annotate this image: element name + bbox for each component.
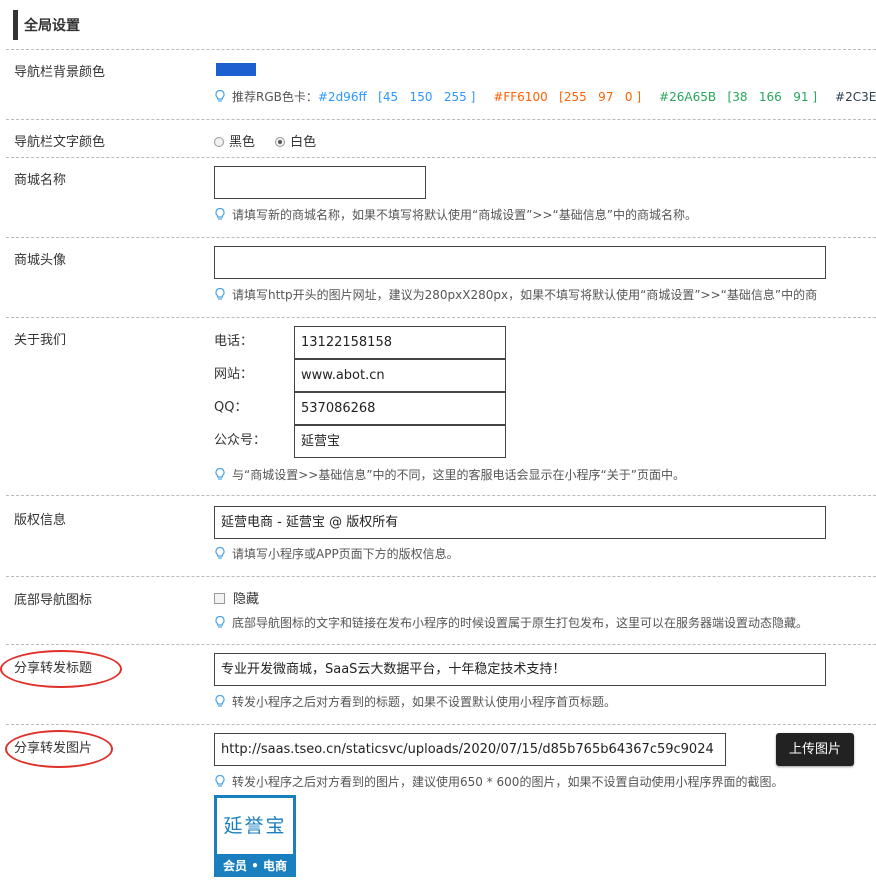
- share-title-hint: 转发小程序之后对方看到的标题，如果不设置默认使用小程序首页标题。: [232, 695, 617, 709]
- divider: [6, 157, 876, 158]
- wechat-input[interactable]: 延营宝: [294, 425, 506, 458]
- divider: [6, 49, 876, 50]
- about-label: 关于我们: [14, 333, 67, 348]
- shop-name-input[interactable]: [214, 166, 426, 199]
- nav-text-options: 黑色 白色: [214, 131, 316, 150]
- divider: [6, 576, 876, 577]
- radio-black-icon[interactable]: [214, 137, 224, 147]
- preview-logo-subtext: 会员 • 电商: [222, 859, 288, 873]
- radio-white-icon[interactable]: [275, 137, 286, 147]
- lightbulb-icon: [214, 615, 226, 632]
- rgb-preset-list: #2d96ff [45 150 255 ] #FF6100 [255 97 0 ]…: [318, 90, 876, 104]
- copyright-input[interactable]: 延营电商 - 延营宝 @ 版权所有: [214, 506, 826, 539]
- shop-name-hint: 请填写新的商城名称，如果不填写将默认使用“商城设置”>>“基础信息”中的商城名称…: [232, 208, 697, 222]
- upload-image-button[interactable]: 上传图片: [776, 733, 854, 766]
- nav-bg-hint: 推荐RGB色卡：#2d96ff [45 150 255 ] #FF6100 [25…: [214, 88, 876, 106]
- rgb-preset-2: #26A65B [38 166 91 ]: [659, 90, 818, 104]
- lightbulb-icon: [214, 694, 226, 711]
- about-hint: 与“商城设置>>基础信息”中的不同，这里的客服电话会显示在小程序“关于”页面中。: [232, 468, 685, 482]
- lightbulb-icon: [214, 546, 226, 563]
- nav-text-label: 导航栏文字颜色: [14, 135, 106, 150]
- hide-checkbox[interactable]: [214, 593, 225, 604]
- lightbulb-icon: [214, 89, 226, 106]
- share-title-label: 分享转发标题: [14, 661, 93, 676]
- website-label: 网站：: [214, 367, 254, 382]
- phone-input[interactable]: 13122158158: [294, 326, 506, 359]
- rgb-preset-1: #FF6100 [255 97 0 ]: [493, 90, 642, 104]
- lightbulb-icon: [214, 467, 226, 484]
- preview-logo-text: 延誉宝: [217, 798, 293, 854]
- section-title: 全局设置: [24, 18, 80, 34]
- website-input[interactable]: www.abot.cn: [294, 359, 506, 392]
- shop-avatar-input[interactable]: [214, 246, 826, 279]
- radio-black[interactable]: 黑色: [214, 135, 255, 150]
- shop-name-hint-row: 请填写新的商城名称，如果不填写将默认使用“商城设置”>>“基础信息”中的商城名称…: [214, 206, 697, 224]
- divider: [6, 495, 876, 496]
- share-image-hint: 转发小程序之后对方看到的图片，建议使用650 * 600的图片，如果不设置自动使…: [232, 775, 784, 789]
- divider: [6, 317, 876, 318]
- lightbulb-icon: [214, 207, 226, 224]
- wechat-label: 公众号：: [214, 433, 267, 448]
- lightbulb-icon: [214, 774, 226, 791]
- hide-checkbox-label: 隐藏: [233, 592, 260, 607]
- qq-input[interactable]: 537086268: [294, 392, 506, 425]
- about-hint-row: 与“商城设置>>基础信息”中的不同，这里的客服电话会显示在小程序“关于”页面中。: [214, 466, 685, 484]
- copyright-hint-row: 请填写小程序或APP页面下方的版权信息。: [214, 545, 459, 563]
- share-image-preview: 延誉宝 会员 • 电商: [214, 795, 296, 877]
- qq-label: QQ：: [214, 400, 248, 415]
- hide-checkbox-row[interactable]: 隐藏: [214, 588, 259, 607]
- share-image-url-input[interactable]: http://saas.tseo.cn/staticsvc/uploads/20…: [214, 733, 726, 766]
- share-image-label: 分享转发图片: [14, 741, 93, 756]
- share-title-input[interactable]: 专业开发微商城，SaaS云大数据平台，十年稳定技术支持！: [214, 653, 826, 686]
- shop-avatar-label: 商城头像: [14, 253, 67, 268]
- bottom-nav-hint-row: 底部导航图标的文字和链接在发布小程序的时候设置属于原生打包发布，这里可以在服务器…: [214, 614, 808, 632]
- nav-bg-color-swatch[interactable]: [216, 63, 256, 76]
- shop-avatar-hint-row: 请填写http开头的图片网址，建议为280pxX280px，如果不填写将默认使用…: [214, 286, 874, 304]
- lightbulb-icon: [214, 287, 226, 304]
- bottom-nav-label: 底部导航图标: [14, 593, 93, 608]
- divider: [6, 724, 876, 725]
- bottom-nav-hint: 底部导航图标的文字和链接在发布小程序的时候设置属于原生打包发布，这里可以在服务器…: [232, 616, 809, 630]
- radio-white[interactable]: 白色: [275, 135, 316, 150]
- shop-avatar-hint: 请填写http开头的图片网址，建议为280pxX280px，如果不填写将默认使用…: [232, 288, 818, 302]
- divider: [6, 644, 876, 645]
- divider: [6, 237, 876, 238]
- copyright-label: 版权信息: [14, 513, 67, 528]
- nav-bg-hint-prefix: 推荐RGB色卡：: [232, 90, 318, 104]
- rgb-preset-0: #2d96ff [45 150 255 ]: [317, 90, 476, 104]
- share-title-hint-row: 转发小程序之后对方看到的标题，如果不设置默认使用小程序首页标题。: [214, 693, 616, 711]
- nav-bg-label: 导航栏背景颜色: [14, 65, 106, 80]
- phone-label: 电话：: [214, 334, 254, 349]
- shop-name-label: 商城名称: [14, 173, 67, 188]
- section-title-bar: [13, 10, 18, 40]
- share-image-hint-row: 转发小程序之后对方看到的图片，建议使用650 * 600的图片，如果不设置自动使…: [214, 773, 783, 791]
- rgb-preset-3: #2C3E5: [835, 90, 876, 104]
- radio-black-label: 黑色: [229, 135, 256, 150]
- radio-white-label: 白色: [290, 135, 317, 150]
- divider: [6, 119, 876, 120]
- copyright-hint: 请填写小程序或APP页面下方的版权信息。: [232, 547, 459, 561]
